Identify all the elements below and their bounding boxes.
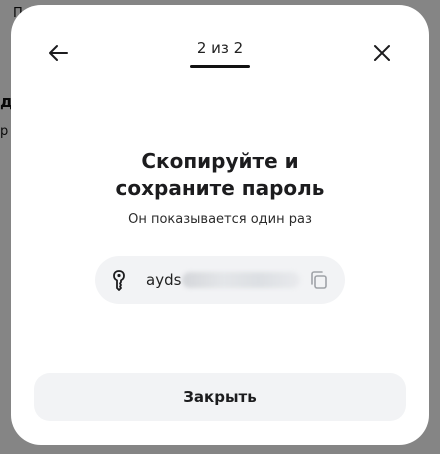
password-dialog: 2 из 2 Скопируйте и сохраните пароль Он … [11, 5, 429, 445]
step-counter: 2 из 2 [196, 39, 244, 57]
password-blurred-value [182, 272, 300, 288]
dialog-title: Скопируйте и сохраните пароль [11, 148, 429, 202]
step-indicator: 2 из 2 [180, 39, 260, 68]
close-icon [374, 45, 390, 61]
password-field: ayds [95, 256, 345, 304]
step-progress-bar [190, 65, 250, 68]
key-icon [113, 270, 125, 291]
dialog-title-line: Скопируйте и [141, 149, 299, 173]
close-button[interactable]: Закрыть [34, 373, 406, 421]
dialog-subtitle: Он показывается один раз [128, 212, 312, 227]
dialog-title-line: сохраните пароль [115, 176, 325, 200]
arrow-left-icon [49, 45, 68, 61]
close-dialog-button[interactable] [364, 35, 400, 71]
password-visible-prefix: ayds [146, 271, 182, 289]
copy-icon[interactable] [307, 268, 331, 292]
back-button[interactable] [40, 35, 76, 71]
